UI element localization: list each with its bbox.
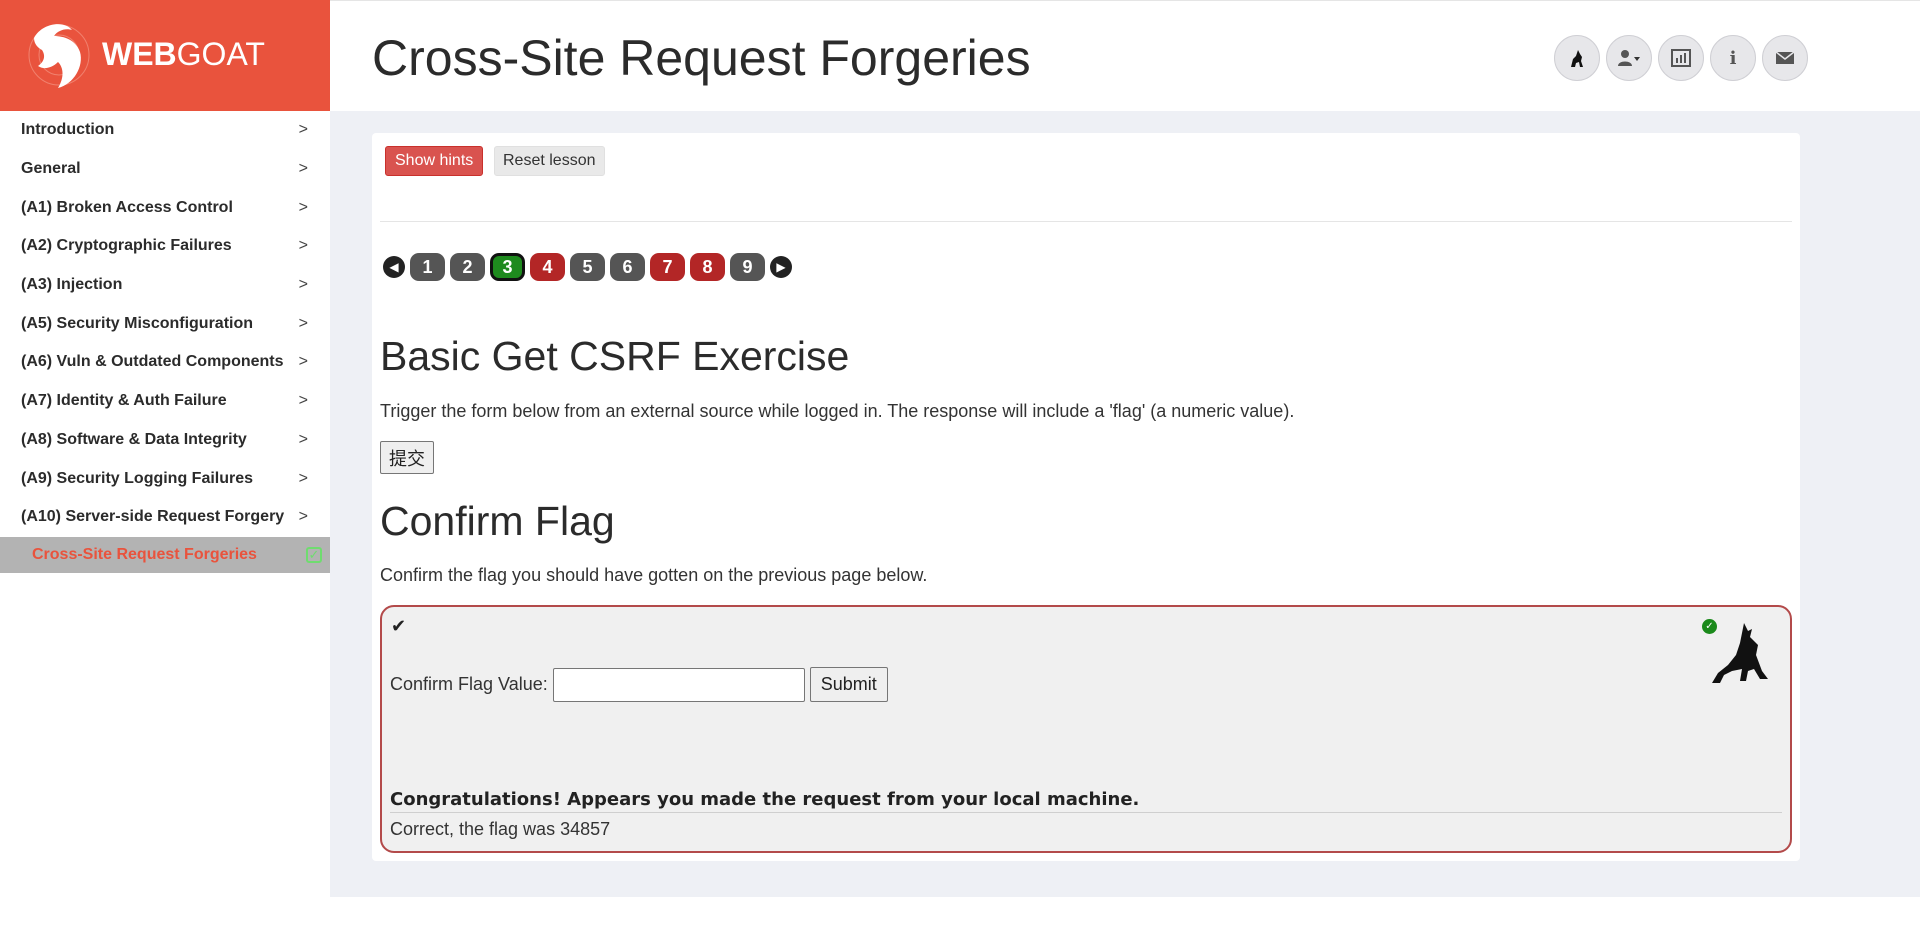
- output-message: Correct, the flag was 34857: [390, 819, 611, 839]
- page-button-5[interactable]: 5: [570, 253, 605, 281]
- sidebar-item-general[interactable]: General >: [0, 150, 330, 189]
- chevron-right-icon: >: [298, 198, 308, 216]
- exercise-description: Trigger the form below from an external …: [380, 401, 1295, 421]
- lesson-complete-check-icon: ✓: [306, 546, 322, 563]
- main-content: Show hints Reset lesson ◀ 1 2 3 4 5 6 7 …: [330, 111, 1920, 897]
- next-page-arrow-icon[interactable]: ▶: [770, 256, 792, 278]
- info-icon[interactable]: i: [1710, 35, 1756, 81]
- chevron-right-icon: >: [298, 314, 308, 332]
- page-button-4[interactable]: 4: [530, 253, 565, 281]
- page-button-8[interactable]: 8: [690, 253, 725, 281]
- divider: [380, 221, 1792, 222]
- flag-form: Confirm Flag Value: Submit: [390, 667, 888, 702]
- chevron-right-icon: >: [298, 392, 308, 410]
- sidebar-item-a6[interactable]: (A6) Vuln & Outdated Components >: [0, 343, 330, 382]
- csrf-submit-button[interactable]: 提交: [380, 441, 434, 474]
- flag-label: Confirm Flag Value:: [390, 674, 548, 694]
- brand-name: WEBGOAT: [102, 36, 265, 72]
- top-header: Cross-Site Request Forgeries i: [330, 0, 1920, 112]
- exercise-heading: Basic Get CSRF Exercise: [380, 333, 850, 379]
- feedback-message: Congratulations! Appears you made the re…: [390, 789, 1782, 813]
- header-icon-group: i: [1554, 35, 1808, 81]
- lesson-pager: ◀ 1 2 3 4 5 6 7 8 9 ▶: [383, 253, 792, 281]
- reset-lesson-button[interactable]: Reset lesson: [494, 146, 605, 176]
- sidebar-subitem-csrf[interactable]: Cross-Site Request Forgeries ✓: [0, 536, 330, 573]
- chevron-right-icon: >: [298, 121, 308, 139]
- chevron-right-icon: >: [298, 430, 308, 448]
- chevron-right-icon: >: [298, 469, 308, 487]
- attack-container: ✔ ✓ Confirm Flag Value: Submit Congratul…: [380, 605, 1792, 853]
- page-button-6[interactable]: 6: [610, 253, 645, 281]
- chevron-right-icon: >: [298, 353, 308, 371]
- lesson-card: Show hints Reset lesson ◀ 1 2 3 4 5 6 7 …: [372, 133, 1800, 861]
- lesson-sidebar: Introduction > General > (A1) Broken Acces…: [0, 111, 330, 897]
- sidebar-item-a5[interactable]: (A5) Security Misconfiguration >: [0, 304, 330, 343]
- page-button-9[interactable]: 9: [730, 253, 765, 281]
- chevron-right-icon: >: [298, 508, 308, 526]
- chevron-right-icon: >: [298, 160, 308, 178]
- wolf-icon[interactable]: [1554, 35, 1600, 81]
- page-button-1[interactable]: 1: [410, 253, 445, 281]
- page-button-2[interactable]: 2: [450, 253, 485, 281]
- sidebar-item-a3[interactable]: (A3) Injection >: [0, 266, 330, 305]
- page-button-3[interactable]: 3: [490, 253, 525, 281]
- show-hints-button[interactable]: Show hints: [385, 146, 484, 176]
- sidebar-item-a10[interactable]: (A10) Server-side Request Forgery >: [0, 498, 330, 537]
- sidebar-item-introduction[interactable]: Introduction >: [0, 111, 330, 150]
- flag-value-input[interactable]: [552, 667, 805, 702]
- brand-logo[interactable]: WEBGOAT: [0, 0, 330, 111]
- goat-logo-icon: [28, 24, 90, 88]
- chevron-right-icon: >: [298, 237, 308, 255]
- wolf-icon: ✓: [1702, 619, 1774, 687]
- page-title: Cross-Site Request Forgeries: [372, 30, 1031, 86]
- sidebar-item-a9[interactable]: (A9) Security Logging Failures >: [0, 459, 330, 498]
- sidebar-item-a8[interactable]: (A8) Software & Data Integrity >: [0, 421, 330, 460]
- sidebar-item-a2[interactable]: (A2) Cryptographic Failures >: [0, 227, 330, 266]
- user-menu-icon[interactable]: [1606, 35, 1652, 81]
- chart-icon[interactable]: [1658, 35, 1704, 81]
- sidebar-item-a1[interactable]: (A1) Broken Access Control >: [0, 188, 330, 227]
- flag-submit-button[interactable]: Submit: [809, 667, 888, 702]
- envelope-icon[interactable]: [1762, 35, 1808, 81]
- chevron-right-icon: >: [298, 276, 308, 294]
- sidebar-item-a7[interactable]: (A7) Identity & Auth Failure >: [0, 382, 330, 421]
- prev-page-arrow-icon[interactable]: ◀: [383, 256, 405, 278]
- page-button-7[interactable]: 7: [650, 253, 685, 281]
- confirm-flag-description: Confirm the flag you should have gotten …: [380, 565, 928, 585]
- checkmark-icon: ✔: [391, 616, 407, 636]
- confirm-flag-heading: Confirm Flag: [380, 498, 615, 544]
